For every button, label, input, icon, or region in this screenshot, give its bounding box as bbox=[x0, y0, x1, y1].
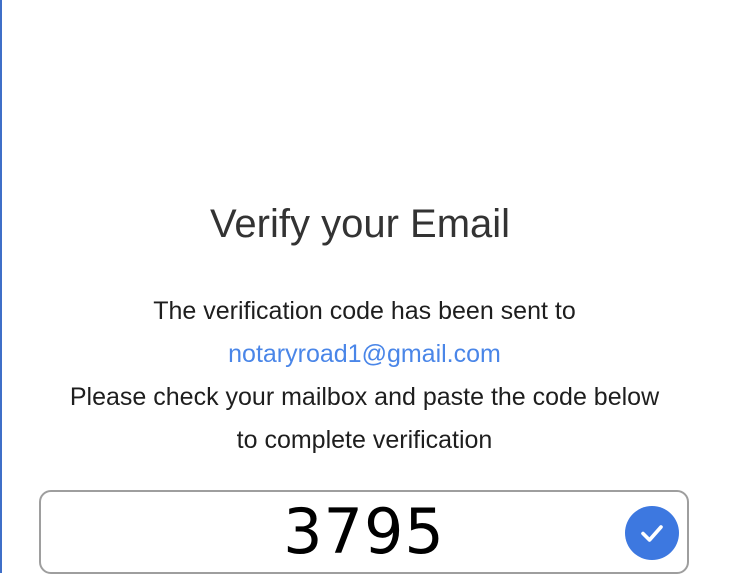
verification-code-box bbox=[39, 490, 689, 574]
verification-code-input[interactable] bbox=[41, 492, 687, 572]
message-line-sent-to: The verification code has been sent to bbox=[153, 297, 576, 325]
message-line-check-mailbox: Please check your mailbox and paste the … bbox=[69, 383, 660, 411]
left-edge-divider bbox=[0, 0, 2, 573]
checkmark-glyph bbox=[641, 525, 663, 542]
recipient-email: notaryroad1@gmail.com bbox=[228, 340, 501, 368]
verification-message: The verification code has been sent to n… bbox=[0, 290, 729, 462]
message-line-complete: to complete verification bbox=[236, 426, 493, 454]
check-circle-icon bbox=[625, 506, 679, 560]
page-title: Verify your Email bbox=[209, 202, 511, 246]
